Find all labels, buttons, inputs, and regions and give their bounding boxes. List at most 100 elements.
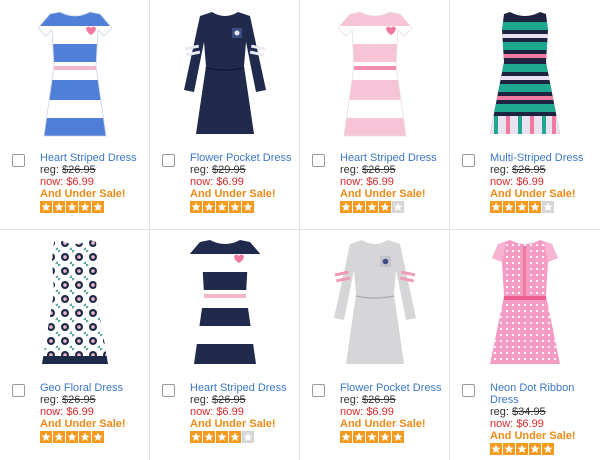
- product-image[interactable]: [480, 6, 570, 140]
- star-filled-icon: [516, 201, 528, 213]
- star-filled-icon: [40, 431, 52, 443]
- star-rating: [340, 431, 448, 443]
- product-card: Multi-Striped Dress reg: $26.95 now: $6.…: [450, 0, 600, 230]
- star-filled-icon: [190, 201, 202, 213]
- sale-price: now: $6.99: [40, 176, 94, 188]
- product-checkbox[interactable]: [162, 384, 175, 397]
- star-filled-icon: [79, 431, 91, 443]
- star-filled-icon: [353, 201, 365, 213]
- star-filled-icon: [529, 201, 541, 213]
- product-checkbox[interactable]: [312, 384, 325, 397]
- star-rating: [340, 201, 448, 213]
- star-filled-icon: [379, 201, 391, 213]
- star-filled-icon: [242, 201, 254, 213]
- product-card: Flower Pocket Dress reg: $29.95 now: $6.…: [150, 0, 300, 230]
- star-filled-icon: [229, 431, 241, 443]
- product-grid: Heart Striped Dress reg: $26.95 now: $6.…: [0, 0, 600, 460]
- product-name-link[interactable]: Multi-Striped Dress: [490, 152, 598, 164]
- product-name-link[interactable]: Flower Pocket Dress: [340, 382, 448, 394]
- star-empty-icon: [392, 201, 404, 213]
- star-filled-icon: [66, 201, 78, 213]
- grey-long-sleeve-dress-icon: [334, 240, 416, 364]
- sale-price: now: $6.99: [340, 406, 394, 418]
- product-image[interactable]: [30, 6, 120, 140]
- product-card: Geo Floral Dress reg: $26.95 now: $6.99 …: [0, 230, 150, 460]
- product-image[interactable]: [330, 236, 420, 370]
- star-filled-icon: [366, 431, 378, 443]
- product-name-link[interactable]: Heart Striped Dress: [340, 152, 448, 164]
- star-filled-icon: [92, 201, 104, 213]
- product-checkbox[interactable]: [162, 154, 175, 167]
- product-name-link[interactable]: Heart Striped Dress: [190, 382, 298, 394]
- regular-price: reg: $34.95: [490, 406, 546, 418]
- product-card: Heart Striped Dress reg: $26.95 now: $6.…: [0, 0, 150, 230]
- product-card: Neon Dot Ribbon Dress reg: $34.95 now: $…: [450, 230, 600, 460]
- product-name-link[interactable]: Flower Pocket Dress: [190, 152, 298, 164]
- regular-price: reg: $26.95: [40, 394, 96, 406]
- regular-price: reg: $26.95: [340, 164, 396, 176]
- star-rating: [40, 201, 148, 213]
- sale-tag: And Under Sale!: [340, 418, 426, 430]
- product-card: Flower Pocket Dress reg: $26.95 now: $6.…: [300, 230, 450, 460]
- star-filled-icon: [53, 431, 65, 443]
- navy-long-sleeve-dress-icon: [184, 12, 266, 134]
- star-rating: [490, 443, 598, 455]
- product-card: Heart Striped Dress reg: $26.95 now: $6.…: [300, 0, 450, 230]
- product-checkbox[interactable]: [312, 154, 325, 167]
- star-filled-icon: [490, 443, 502, 455]
- product-image[interactable]: [30, 236, 120, 370]
- star-filled-icon: [392, 431, 404, 443]
- star-filled-icon: [353, 431, 365, 443]
- star-filled-icon: [490, 201, 502, 213]
- product-name-link[interactable]: Neon Dot Ribbon Dress: [490, 382, 598, 406]
- star-empty-icon: [242, 431, 254, 443]
- star-filled-icon: [503, 201, 515, 213]
- product-image[interactable]: [330, 6, 420, 140]
- star-filled-icon: [229, 201, 241, 213]
- star-filled-icon: [40, 201, 52, 213]
- sale-tag: And Under Sale!: [490, 430, 576, 442]
- product-name-link[interactable]: Heart Striped Dress: [40, 152, 148, 164]
- sale-price: now: $6.99: [490, 176, 544, 188]
- star-filled-icon: [516, 443, 528, 455]
- product-image[interactable]: [180, 236, 270, 370]
- star-empty-icon: [542, 201, 554, 213]
- product-checkbox[interactable]: [462, 384, 475, 397]
- product-name-link[interactable]: Geo Floral Dress: [40, 382, 148, 394]
- star-rating: [190, 431, 298, 443]
- sale-price: now: $6.99: [190, 406, 244, 418]
- star-filled-icon: [340, 431, 352, 443]
- regular-price: reg: $26.95: [490, 164, 546, 176]
- star-filled-icon: [379, 431, 391, 443]
- regular-price: reg: $26.95: [40, 164, 96, 176]
- product-image[interactable]: [180, 6, 270, 140]
- star-filled-icon: [203, 431, 215, 443]
- striped-dress-blue-white-icon: [37, 11, 113, 137]
- striped-dress-pink-white-icon: [337, 11, 413, 137]
- product-checkbox[interactable]: [462, 154, 475, 167]
- sale-price: now: $6.99: [190, 176, 244, 188]
- star-filled-icon: [203, 201, 215, 213]
- star-filled-icon: [340, 201, 352, 213]
- product-checkbox[interactable]: [12, 384, 25, 397]
- product-checkbox[interactable]: [12, 154, 25, 167]
- star-filled-icon: [542, 443, 554, 455]
- star-filled-icon: [190, 431, 202, 443]
- sale-tag: And Under Sale!: [40, 188, 126, 200]
- sale-price: now: $6.99: [340, 176, 394, 188]
- product-card: Heart Striped Dress reg: $26.95 now: $6.…: [150, 230, 300, 460]
- multi-striped-dress-icon: [490, 12, 560, 134]
- pink-dot-dress-icon: [490, 240, 560, 364]
- regular-price: reg: $26.95: [190, 394, 246, 406]
- star-rating: [490, 201, 598, 213]
- star-filled-icon: [503, 443, 515, 455]
- sale-price: now: $6.99: [490, 418, 544, 430]
- star-filled-icon: [66, 431, 78, 443]
- star-filled-icon: [529, 443, 541, 455]
- sale-tag: And Under Sale!: [190, 418, 276, 430]
- geo-floral-dress-icon: [42, 240, 108, 364]
- star-filled-icon: [216, 201, 228, 213]
- product-image[interactable]: [480, 236, 570, 370]
- sale-price: now: $6.99: [40, 406, 94, 418]
- sale-tag: And Under Sale!: [490, 188, 576, 200]
